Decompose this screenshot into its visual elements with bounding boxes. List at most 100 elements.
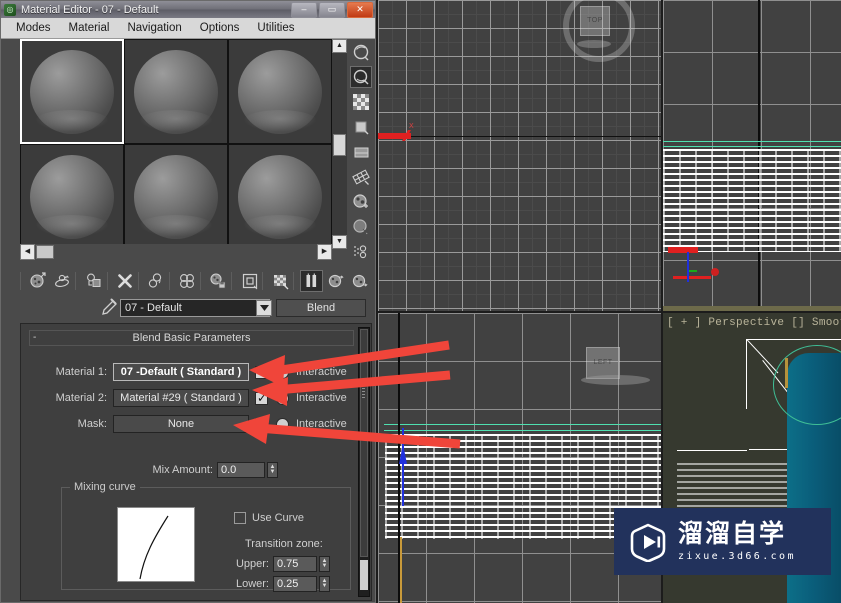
viewport-divider-v[interactable]	[376, 0, 378, 603]
minimize-button[interactable]: –	[291, 2, 317, 18]
use-curve-label: Use Curve	[252, 512, 304, 524]
watermark-text: 溜溜自学 zixue.3d66.com	[678, 521, 796, 562]
slots-vertical-scrollbar[interactable]: ▲ ▼	[332, 39, 347, 249]
go-forward-to-sibling-icon[interactable]	[349, 270, 372, 292]
make-preview-icon[interactable]	[350, 166, 372, 188]
material-1-interactive-label: Interactive	[296, 366, 347, 378]
mix-amount-field[interactable]: 0.0	[217, 462, 265, 478]
upper-field[interactable]: 0.75	[273, 556, 317, 572]
material-1-enable-checkbox[interactable]: ✓	[255, 365, 268, 379]
viewcube-top[interactable]: TOP	[563, 0, 635, 62]
rollout-collapse-icon[interactable]: -	[33, 333, 36, 343]
axis-y-line	[689, 270, 697, 272]
lower-label: Lower:	[235, 578, 269, 590]
material-id-channel-icon[interactable]	[350, 241, 372, 263]
menu-item-utilities[interactable]: Utilities	[248, 20, 303, 36]
scroll-right-button[interactable]: ▶	[317, 244, 332, 260]
object-gizmo	[785, 358, 788, 388]
slots-horizontal-scrollbar[interactable]: ◀ ▶	[20, 244, 332, 260]
maximize-icon: ▭	[327, 4, 337, 14]
scroll-left-button[interactable]: ◀	[20, 244, 35, 260]
close-button[interactable]: ✕	[347, 2, 373, 18]
scroll-thumb[interactable]	[333, 134, 346, 156]
check-icon: ✓	[257, 416, 268, 431]
sample-slot-4[interactable]	[20, 144, 124, 249]
scroll-thumb[interactable]	[36, 245, 54, 259]
menu-item-material[interactable]: Material	[60, 20, 119, 36]
sample-uv-tiling-icon[interactable]	[350, 116, 372, 138]
lower-field[interactable]: 0.25	[273, 576, 317, 592]
viewport-right-top[interactable]	[663, 0, 841, 311]
mix-amount-row: Mix Amount: 0.0 ▲ ▼	[29, 460, 359, 480]
sample-slot-3[interactable]	[228, 39, 332, 144]
rollout-title: Blend Basic Parameters	[132, 332, 251, 344]
mix-amount-label: Mix Amount:	[152, 464, 213, 476]
go-to-parent-icon[interactable]	[324, 270, 347, 292]
get-material-icon[interactable]	[27, 270, 50, 292]
assign-material-to-selection-icon[interactable]	[82, 270, 105, 292]
axis-z-line	[687, 252, 689, 282]
sample-sphere	[134, 49, 218, 134]
transition-zone-label: Transition zone:	[245, 538, 323, 550]
backlight-icon[interactable]	[350, 66, 372, 88]
material-editor-icon: ◎	[4, 3, 16, 16]
minimize-icon: –	[301, 4, 307, 14]
toolbar-separator	[137, 272, 144, 290]
mask-interactive-radio[interactable]	[276, 417, 289, 431]
menu-item-options[interactable]: Options	[191, 20, 249, 36]
viewport-divider-h[interactable]	[378, 311, 841, 313]
title-bar[interactable]: ◎ Material Editor - 07 - Default – ▭ ✕	[1, 1, 375, 18]
reset-map-material-icon[interactable]	[113, 270, 136, 292]
sample-slot-grid	[20, 39, 332, 249]
material-effects-channel-icon[interactable]	[238, 270, 261, 292]
maximize-button[interactable]: ▭	[319, 2, 345, 18]
mask-enable-checkbox[interactable]: ✓	[255, 416, 268, 431]
mixing-curve-graph[interactable]	[117, 507, 195, 582]
make-unique-icon[interactable]	[176, 270, 199, 292]
material-2-slot-button[interactable]: Material #29 ( Standard )	[113, 389, 249, 407]
eyedropper-icon[interactable]	[97, 298, 119, 318]
show-end-result-icon[interactable]	[300, 270, 324, 292]
use-curve-checkbox[interactable]	[234, 512, 246, 524]
sample-slot-5[interactable]	[124, 144, 228, 249]
axis-x-arrow	[668, 247, 698, 253]
background-checker-icon[interactable]	[350, 91, 372, 113]
put-material-to-scene-icon[interactable]	[51, 270, 74, 292]
put-to-library-icon[interactable]	[207, 270, 230, 292]
material-type-button[interactable]: Blend	[276, 299, 366, 317]
menu-item-modes[interactable]: Modes	[7, 20, 60, 36]
sample-type-sphere-icon[interactable]	[350, 41, 372, 63]
selection-edge	[663, 146, 841, 147]
sample-slot-6[interactable]	[228, 144, 332, 249]
material-2-interactive-radio[interactable]	[276, 391, 289, 405]
axis-x-line	[673, 276, 711, 279]
rollout-header[interactable]: - Blend Basic Parameters	[29, 330, 354, 346]
viewcube-left[interactable]: LEFT	[581, 347, 650, 395]
mix-amount-spinner[interactable]: ▲ ▼	[267, 462, 278, 478]
scroll-up-button[interactable]: ▲	[332, 39, 347, 53]
viewport-top[interactable]: X TOP	[378, 0, 661, 311]
lower-spinner[interactable]: ▲ ▼	[319, 576, 330, 592]
material-1-interactive-radio[interactable]	[276, 365, 289, 379]
select-by-material-icon[interactable]	[350, 216, 372, 238]
scroll-track-bottom[interactable]	[360, 560, 368, 590]
sample-slot-2[interactable]	[124, 39, 228, 144]
material-1-label: Material 1:	[55, 366, 107, 378]
show-shaded-material-in-viewport-icon[interactable]	[269, 270, 292, 292]
sample-slot-1[interactable]	[20, 39, 124, 144]
scroll-thumb[interactable]	[360, 329, 368, 557]
options-icon[interactable]	[350, 191, 372, 213]
upper-spinner[interactable]: ▲ ▼	[319, 556, 330, 572]
toolbar-separator	[168, 272, 175, 290]
make-material-copy-icon[interactable]	[145, 270, 168, 292]
params-vertical-scrollbar[interactable]	[358, 327, 370, 597]
toolbar-separator	[231, 272, 237, 290]
chevron-down-icon[interactable]	[256, 300, 272, 316]
scroll-down-button[interactable]: ▼	[332, 235, 347, 249]
mask-slot-button[interactable]: None	[113, 415, 249, 433]
material-1-slot-button[interactable]: 07 -Default ( Standard )	[113, 363, 249, 381]
material-2-enable-checkbox[interactable]: ✓	[255, 391, 268, 405]
material-name-field[interactable]: 07 - Default	[120, 299, 270, 317]
menu-item-navigation[interactable]: Navigation	[118, 20, 190, 36]
video-color-check-icon[interactable]	[350, 141, 372, 163]
